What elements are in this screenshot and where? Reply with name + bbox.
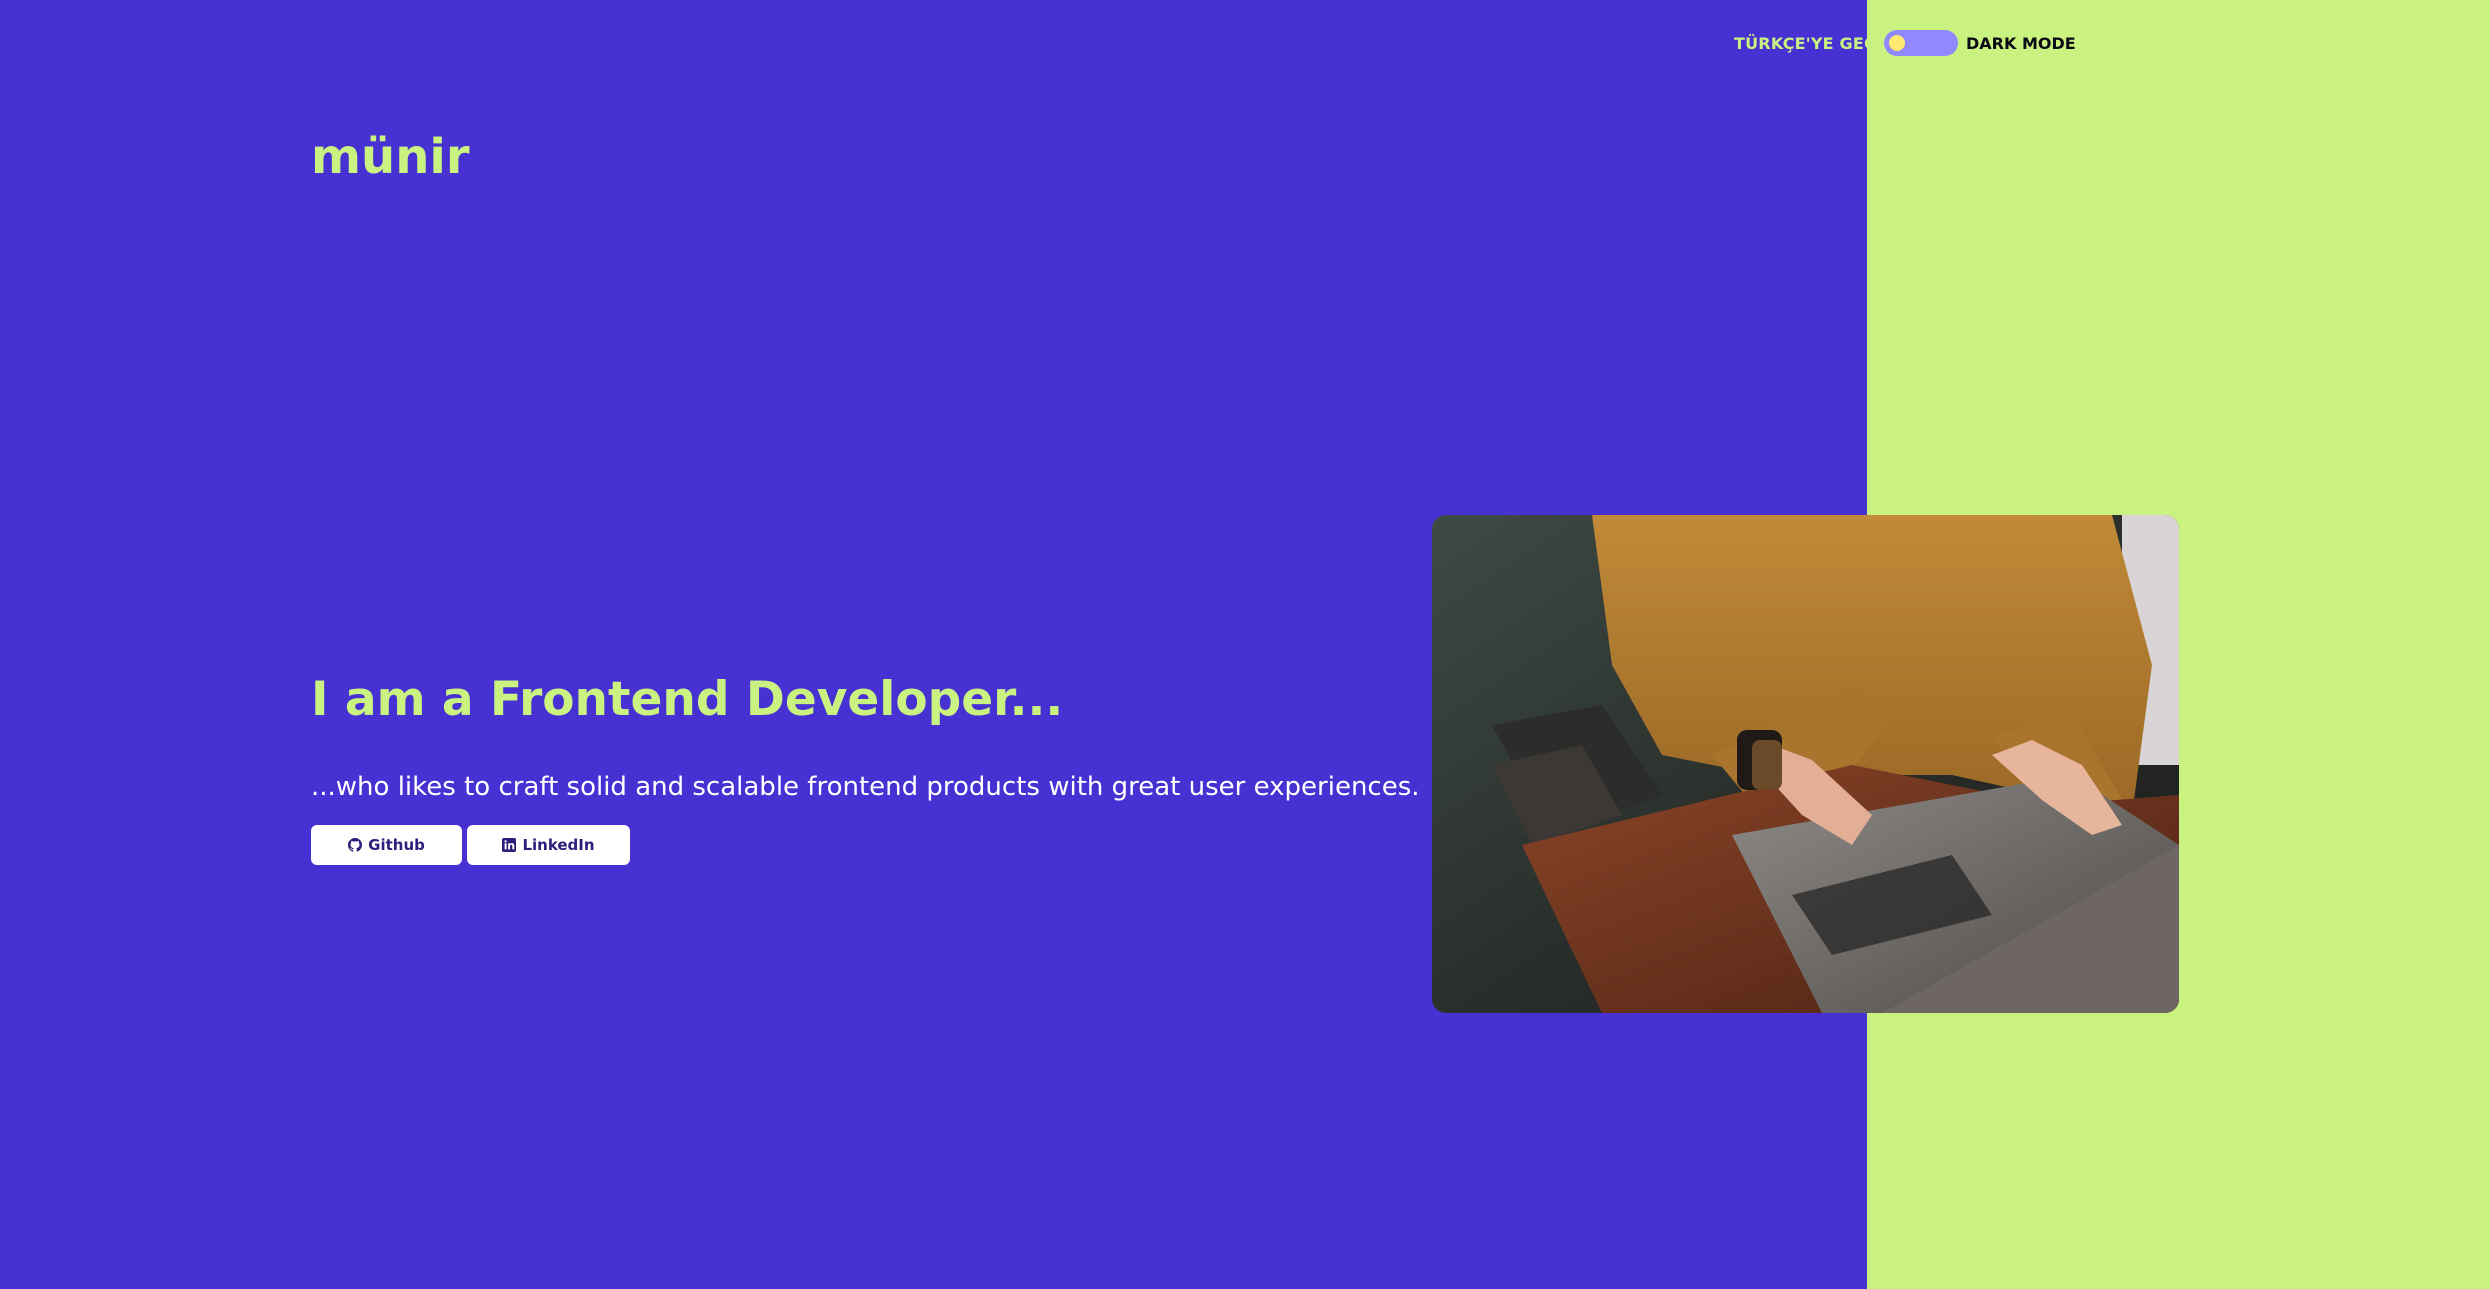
logo[interactable]: münir [311, 133, 469, 181]
dark-mode-toggle[interactable] [1884, 30, 1958, 56]
hero-tagline: ...who likes to craft solid and scalable… [311, 772, 1420, 802]
page: TÜRKÇE'YE GEÇ DARK MODE münir I am a Fro… [0, 0, 2490, 1289]
github-icon [348, 838, 363, 852]
hero-photo [1432, 515, 2179, 1013]
toggle-knob [1889, 35, 1905, 51]
linkedin-icon [502, 838, 517, 852]
github-button-label: Github [368, 836, 425, 854]
hero-headline: I am a Frontend Developer... [311, 672, 1064, 727]
github-button[interactable]: Github [311, 825, 462, 865]
language-switch-link[interactable]: TÜRKÇE'YE GEÇ [1734, 34, 1876, 53]
dark-mode-label: DARK MODE [1966, 34, 2076, 53]
linkedin-button-label: LinkedIn [522, 836, 595, 854]
linkedin-button[interactable]: LinkedIn [467, 825, 630, 865]
social-buttons: Github LinkedIn [311, 825, 630, 865]
